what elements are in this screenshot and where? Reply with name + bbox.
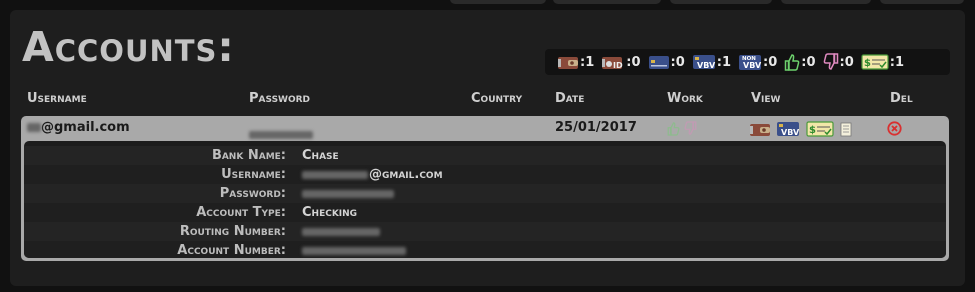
top-tab[interactable]	[880, 0, 964, 4]
stat-wallet: :1	[557, 55, 594, 70]
redacted-username	[27, 123, 41, 132]
account-row[interactable]: @gmail.com 25/01/2017 VBV $ Bank Name: C…	[21, 116, 949, 261]
view-check-icon[interactable]: $	[805, 121, 835, 141]
detail-row-account-type: Account Type: Checking	[24, 203, 946, 222]
redacted-password	[249, 130, 313, 139]
wallet-id-icon: ID	[601, 55, 625, 70]
top-tab[interactable]	[781, 0, 871, 4]
thumbs-down-icon	[823, 53, 839, 71]
top-tab[interactable]	[553, 0, 661, 4]
top-tab[interactable]	[670, 0, 772, 4]
account-date: 25/01/2017	[555, 120, 637, 135]
detail-row-bank-name: Bank Name: Chase	[24, 146, 946, 165]
stat-vbv: VBV :1	[692, 54, 731, 70]
header-del[interactable]: Del	[890, 91, 913, 106]
detail-row-password: Password:	[24, 184, 946, 203]
header-username[interactable]: Username	[27, 91, 87, 106]
check-icon: $	[861, 54, 889, 70]
top-tab[interactable]	[450, 0, 546, 4]
stat-check: $ :1	[861, 54, 904, 70]
detail-row-account-number: Account Number:	[24, 241, 946, 258]
detail-account-number	[302, 246, 406, 255]
redacted-routing-number	[302, 227, 380, 236]
header-password[interactable]: Password	[249, 91, 310, 106]
svg-text:VBV: VBV	[697, 61, 716, 70]
header-view[interactable]: View	[751, 91, 781, 106]
redacted-account-number	[302, 246, 406, 255]
detail-bank-name: Chase	[302, 148, 339, 163]
svg-text:$: $	[864, 58, 871, 69]
wallet-icon	[557, 55, 579, 70]
non-vbv-card-icon: NON VBV	[738, 53, 762, 71]
stat-credit-card: :0	[648, 55, 685, 70]
detail-password	[302, 189, 394, 198]
detail-username: @gmail.com	[302, 167, 443, 182]
detail-account-type: Checking	[302, 205, 358, 220]
top-tab-strip	[0, 0, 975, 8]
accounts-panel: Accounts: :1 ID :0 :0 VBV :1 NON VBV:0 …	[10, 10, 965, 286]
header-country[interactable]: Country	[471, 91, 522, 106]
view-vbv-card-icon[interactable]: VBV	[776, 121, 800, 141]
view-buttons: VBV $	[749, 121, 852, 141]
mark-bad-thumbs-down-icon[interactable]	[684, 121, 697, 140]
header-date[interactable]: Date	[555, 91, 584, 106]
thumbs-up-icon	[784, 53, 800, 71]
vbv-card-icon: VBV	[692, 54, 716, 70]
stat-wallet-id: ID :0	[601, 55, 641, 70]
redacted-detail-password	[302, 189, 394, 198]
stat-thumbs-up: :0	[784, 53, 816, 71]
table-header: Username Password Country Date Work View…	[10, 91, 965, 111]
detail-row-username: Username: @gmail.com	[24, 165, 946, 184]
view-notes-icon[interactable]	[840, 122, 852, 141]
work-buttons	[667, 121, 697, 140]
stat-thumbs-down: :0	[823, 53, 854, 71]
redacted-detail-username	[302, 170, 368, 179]
svg-text:VBV: VBV	[743, 61, 762, 70]
delete-icon[interactable]	[887, 121, 902, 140]
credit-card-icon	[648, 55, 670, 70]
account-details: Bank Name: Chase Username: @gmail.com Pa…	[24, 141, 946, 258]
svg-text:ID: ID	[613, 61, 623, 70]
page-title: Accounts:	[22, 23, 235, 71]
detail-routing-number	[302, 227, 380, 236]
detail-row-routing-number: Routing Number:	[24, 222, 946, 241]
account-username: @gmail.com	[27, 120, 130, 135]
svg-text:$: $	[809, 125, 816, 136]
header-work[interactable]: Work	[667, 91, 703, 106]
svg-text:VBV: VBV	[781, 128, 800, 137]
stat-non-vbv: NON VBV :0	[738, 53, 777, 71]
account-row-summary[interactable]: @gmail.com 25/01/2017 VBV $	[21, 116, 949, 141]
mark-good-thumbs-up-icon[interactable]	[667, 121, 680, 140]
view-wallet-icon[interactable]	[749, 122, 771, 141]
stats-bar: :1 ID :0 :0 VBV :1 NON VBV :0:0:0 $:1	[545, 49, 950, 75]
